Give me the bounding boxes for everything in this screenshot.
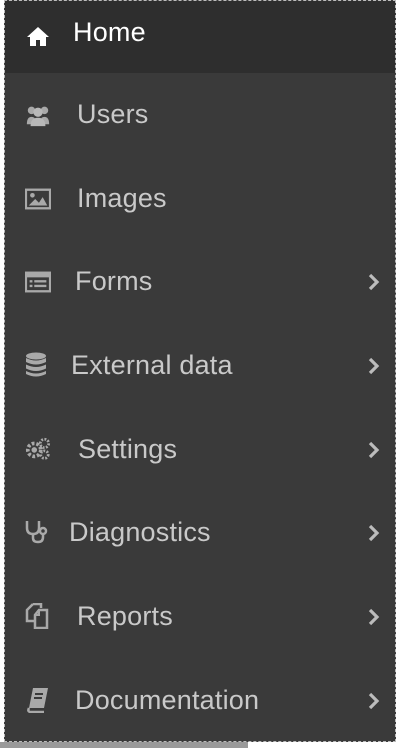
sidebar-item-users[interactable]: Users xyxy=(5,85,395,145)
image-icon xyxy=(25,186,51,212)
sidebar-item-label: Reports xyxy=(77,601,173,631)
cogs-icon xyxy=(25,436,51,462)
sidebar-item-settings[interactable]: Settings xyxy=(5,420,395,480)
sidebar-item-label: Documentation xyxy=(75,685,260,715)
sidebar-item-images[interactable]: Images xyxy=(5,169,395,229)
home-icon xyxy=(25,23,51,49)
sidebar-item-label: Settings xyxy=(78,434,178,464)
sidebar-item-label: Users xyxy=(77,99,149,129)
form-icon xyxy=(25,269,51,295)
sidebar-item-documentation[interactable]: Documentation xyxy=(5,671,395,731)
chevron-right-icon xyxy=(367,608,381,626)
sidebar-item-reports[interactable]: Reports xyxy=(5,587,395,647)
sidebar-item-label: Home xyxy=(73,17,146,47)
copy-icon xyxy=(25,603,51,629)
sidebar-item-diagnostics[interactable]: Diagnostics xyxy=(5,503,395,563)
chevron-right-icon xyxy=(367,692,381,710)
chevron-right-icon xyxy=(367,441,381,459)
database-icon xyxy=(23,352,49,378)
chevron-right-icon xyxy=(367,357,381,375)
sidebar-item-label: Diagnostics xyxy=(69,517,211,547)
users-icon xyxy=(25,102,51,128)
sidebar-item-label: Images xyxy=(77,183,167,213)
stethoscope-icon xyxy=(23,519,49,545)
sidebar-item-label: External data xyxy=(71,350,233,380)
book-icon xyxy=(25,687,51,713)
bottom-edge-strip xyxy=(0,742,248,748)
chevron-right-icon xyxy=(367,273,381,291)
sidebar-item-home[interactable]: Home xyxy=(5,1,395,73)
sidebar-item-external-data[interactable]: External data xyxy=(5,336,395,396)
sidebar-nav: Home Users Images Forms External data Se… xyxy=(4,0,396,742)
sidebar-item-forms[interactable]: Forms xyxy=(5,252,395,312)
sidebar-item-label: Forms xyxy=(75,266,153,296)
chevron-right-icon xyxy=(367,524,381,542)
